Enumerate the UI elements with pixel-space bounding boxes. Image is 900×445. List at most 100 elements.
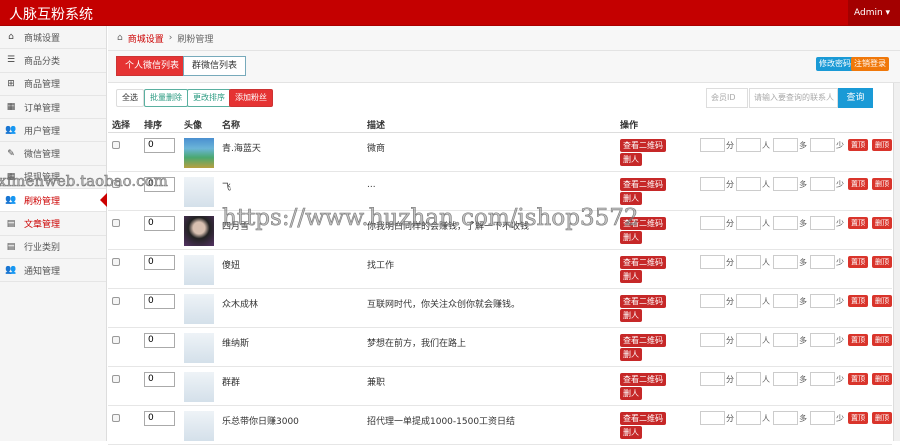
view-qr-button[interactable]: 查看二维码: [620, 178, 666, 191]
shao-input[interactable]: [810, 177, 835, 191]
sidebar-item[interactable]: ▤ 行业类别: [0, 236, 106, 259]
view-qr-button[interactable]: 查看二维码: [620, 412, 666, 425]
sidebar-item[interactable]: ▤ 文章管理: [0, 212, 106, 236]
sort-input[interactable]: 0: [144, 216, 175, 231]
ren-input[interactable]: [736, 138, 761, 152]
sidebar-item[interactable]: 👥 用户管理: [0, 119, 106, 143]
pin-button[interactable]: 置顶: [848, 217, 868, 229]
search-button[interactable]: 查询: [838, 88, 873, 108]
change-sort-button[interactable]: 更改排序: [187, 89, 231, 107]
fen-input[interactable]: [700, 333, 725, 347]
row-checkbox[interactable]: [112, 414, 120, 422]
select-all-button[interactable]: 全选: [116, 89, 144, 107]
sort-input[interactable]: 0: [144, 138, 175, 153]
row-checkbox[interactable]: [112, 141, 120, 149]
duo-input[interactable]: [773, 138, 798, 152]
fen-input[interactable]: [700, 255, 725, 269]
shao-input[interactable]: [810, 372, 835, 386]
delete-person-button[interactable]: 删人: [620, 153, 642, 166]
sort-input[interactable]: 0: [144, 255, 175, 270]
sidebar-item[interactable]: ⌂ 商城设置: [0, 26, 106, 50]
row-checkbox[interactable]: [112, 375, 120, 383]
duo-input[interactable]: [773, 216, 798, 230]
delete-person-button[interactable]: 删人: [620, 231, 642, 244]
sort-input[interactable]: 0: [144, 372, 175, 387]
ren-input[interactable]: [736, 294, 761, 308]
unpin-button[interactable]: 删顶: [872, 217, 892, 229]
pin-button[interactable]: 置顶: [848, 178, 868, 190]
sidebar-item[interactable]: ☰ 商品分类: [0, 49, 106, 73]
delete-person-button[interactable]: 删人: [620, 348, 642, 361]
sort-input[interactable]: 0: [144, 333, 175, 348]
ren-input[interactable]: [736, 372, 761, 386]
ren-input[interactable]: [736, 177, 761, 191]
unpin-button[interactable]: 删顶: [872, 256, 892, 268]
fen-input[interactable]: [700, 138, 725, 152]
unpin-button[interactable]: 删顶: [872, 373, 892, 385]
pin-button[interactable]: 置顶: [848, 373, 868, 385]
ren-input[interactable]: [736, 216, 761, 230]
batch-delete-button[interactable]: 批量删除: [144, 89, 188, 107]
view-qr-button[interactable]: 查看二维码: [620, 295, 666, 308]
sidebar-item[interactable]: 👥 通知管理: [0, 259, 106, 283]
ren-input[interactable]: [736, 411, 761, 425]
delete-person-button[interactable]: 删人: [620, 309, 642, 322]
sort-input[interactable]: 0: [144, 411, 175, 426]
pin-button[interactable]: 置顶: [848, 256, 868, 268]
sidebar-item[interactable]: ▦ 订单管理: [0, 96, 106, 120]
fen-input[interactable]: [700, 294, 725, 308]
duo-input[interactable]: [773, 255, 798, 269]
sidebar-item[interactable]: ⊞ 商品管理: [0, 73, 106, 96]
shao-input[interactable]: [810, 294, 835, 308]
view-qr-button[interactable]: 查看二维码: [620, 217, 666, 230]
row-checkbox[interactable]: [112, 336, 120, 344]
sort-input[interactable]: 0: [144, 177, 175, 192]
tab-group-wechat[interactable]: 群微信列表: [183, 56, 247, 76]
unpin-button[interactable]: 删顶: [872, 295, 892, 307]
unpin-button[interactable]: 删顶: [872, 178, 892, 190]
delete-person-button[interactable]: 删人: [620, 192, 642, 205]
ren-input[interactable]: [736, 333, 761, 347]
duo-input[interactable]: [773, 177, 798, 191]
shao-input[interactable]: [810, 216, 835, 230]
duo-input[interactable]: [773, 372, 798, 386]
view-qr-button[interactable]: 查看二维码: [620, 139, 666, 152]
sidebar-item[interactable]: 👥 刷粉管理: [0, 189, 107, 213]
add-fans-button[interactable]: 添加粉丝: [229, 89, 273, 107]
pin-button[interactable]: 置顶: [848, 334, 868, 346]
tab-personal-wechat[interactable]: 个人微信列表: [116, 56, 189, 76]
delete-person-button[interactable]: 删人: [620, 270, 642, 283]
sidebar-item[interactable]: ▦ 提现管理: [0, 166, 106, 190]
view-qr-button[interactable]: 查看二维码: [620, 256, 666, 269]
unpin-button[interactable]: 删顶: [872, 412, 892, 424]
duo-input[interactable]: [773, 294, 798, 308]
change-password-button[interactable]: 修改密码: [816, 57, 854, 71]
view-qr-button[interactable]: 查看二维码: [620, 334, 666, 347]
row-checkbox[interactable]: [112, 258, 120, 266]
row-checkbox[interactable]: [112, 219, 120, 227]
logout-button[interactable]: 注销登录: [851, 57, 889, 71]
member-id-input[interactable]: 会员ID: [706, 88, 748, 108]
pin-button[interactable]: 置顶: [848, 295, 868, 307]
fen-input[interactable]: [700, 372, 725, 386]
sidebar-item[interactable]: ✎ 微信管理: [0, 142, 106, 166]
contact-search-input[interactable]: 请输入要查询的联系人: [749, 88, 838, 108]
delete-person-button[interactable]: 删人: [620, 426, 642, 439]
view-qr-button[interactable]: 查看二维码: [620, 373, 666, 386]
user-menu[interactable]: Admin ▾: [848, 0, 900, 26]
row-checkbox[interactable]: [112, 297, 120, 305]
pin-button[interactable]: 置顶: [848, 412, 868, 424]
duo-input[interactable]: [773, 411, 798, 425]
sort-input[interactable]: 0: [144, 294, 175, 309]
fen-input[interactable]: [700, 177, 725, 191]
duo-input[interactable]: [773, 333, 798, 347]
shao-input[interactable]: [810, 411, 835, 425]
row-checkbox[interactable]: [112, 180, 120, 188]
unpin-button[interactable]: 删顶: [872, 139, 892, 151]
shao-input[interactable]: [810, 333, 835, 347]
fen-input[interactable]: [700, 216, 725, 230]
unpin-button[interactable]: 删顶: [872, 334, 892, 346]
breadcrumb-home[interactable]: 商城设置: [128, 32, 164, 45]
delete-person-button[interactable]: 删人: [620, 387, 642, 400]
shao-input[interactable]: [810, 138, 835, 152]
